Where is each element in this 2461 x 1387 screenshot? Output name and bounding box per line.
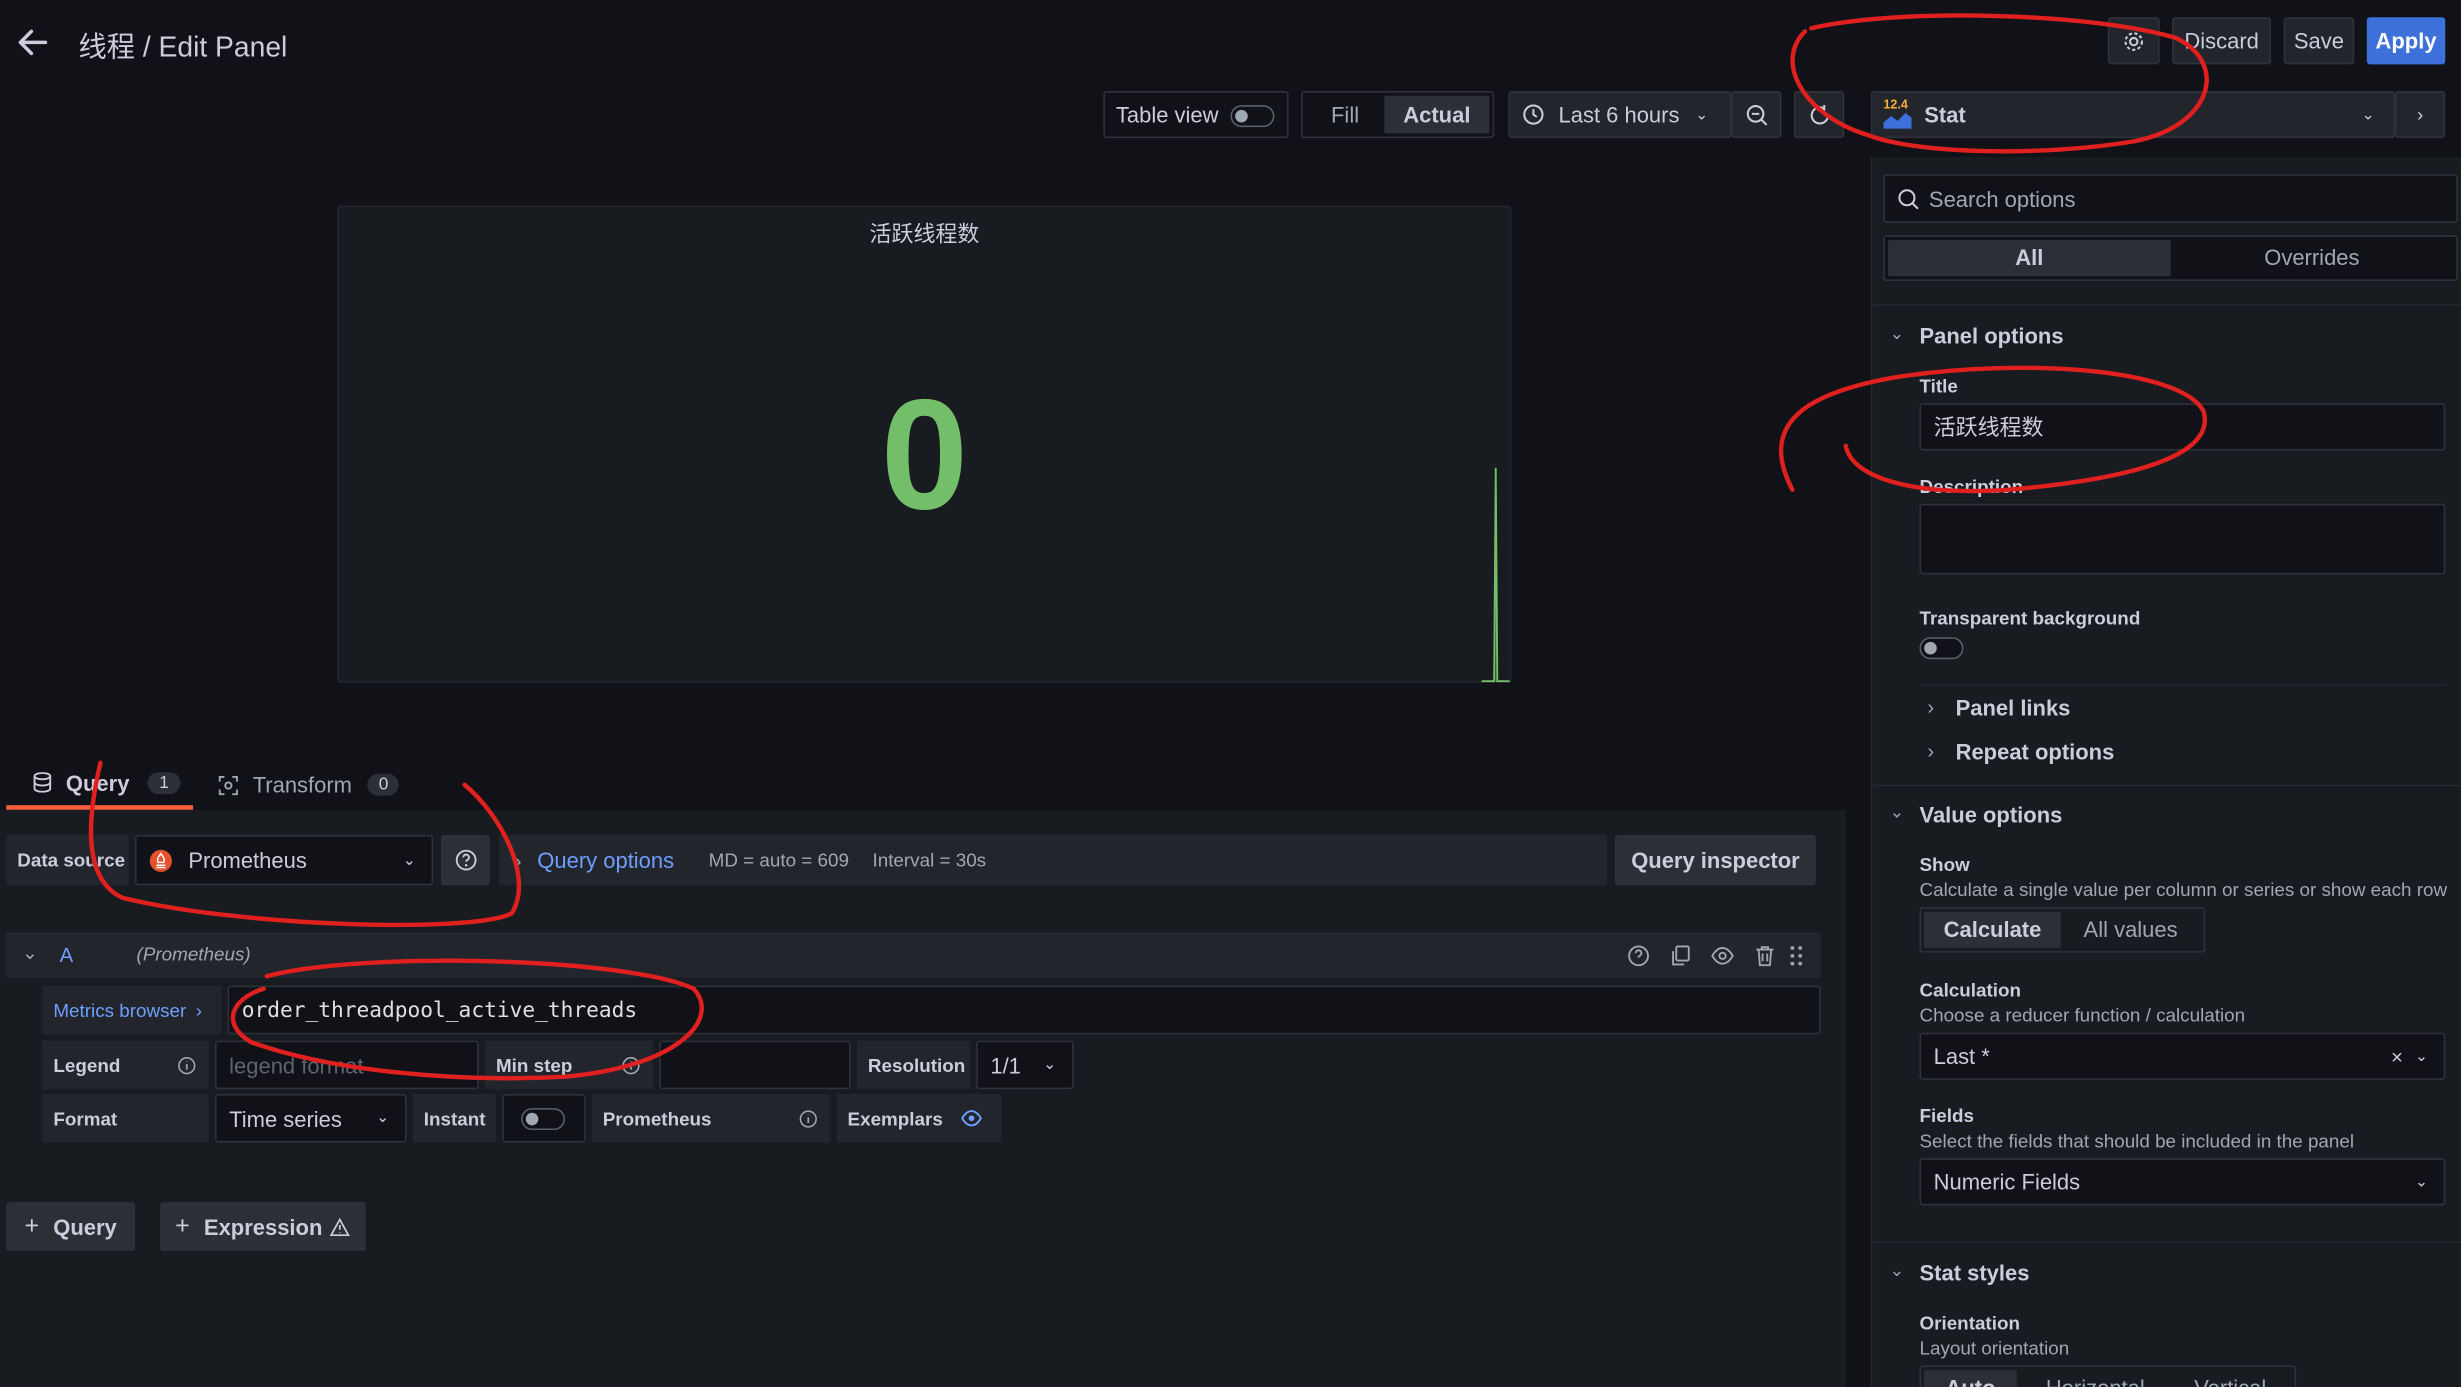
annotation-circle-viz-picker — [1790, 13, 2209, 154]
annotation-circle-datasource — [88, 760, 522, 928]
annotation-overlay — [88, 13, 2209, 1081]
annotation-circle-title-field — [1779, 365, 2208, 494]
annotation-circle-expression — [230, 958, 704, 1081]
